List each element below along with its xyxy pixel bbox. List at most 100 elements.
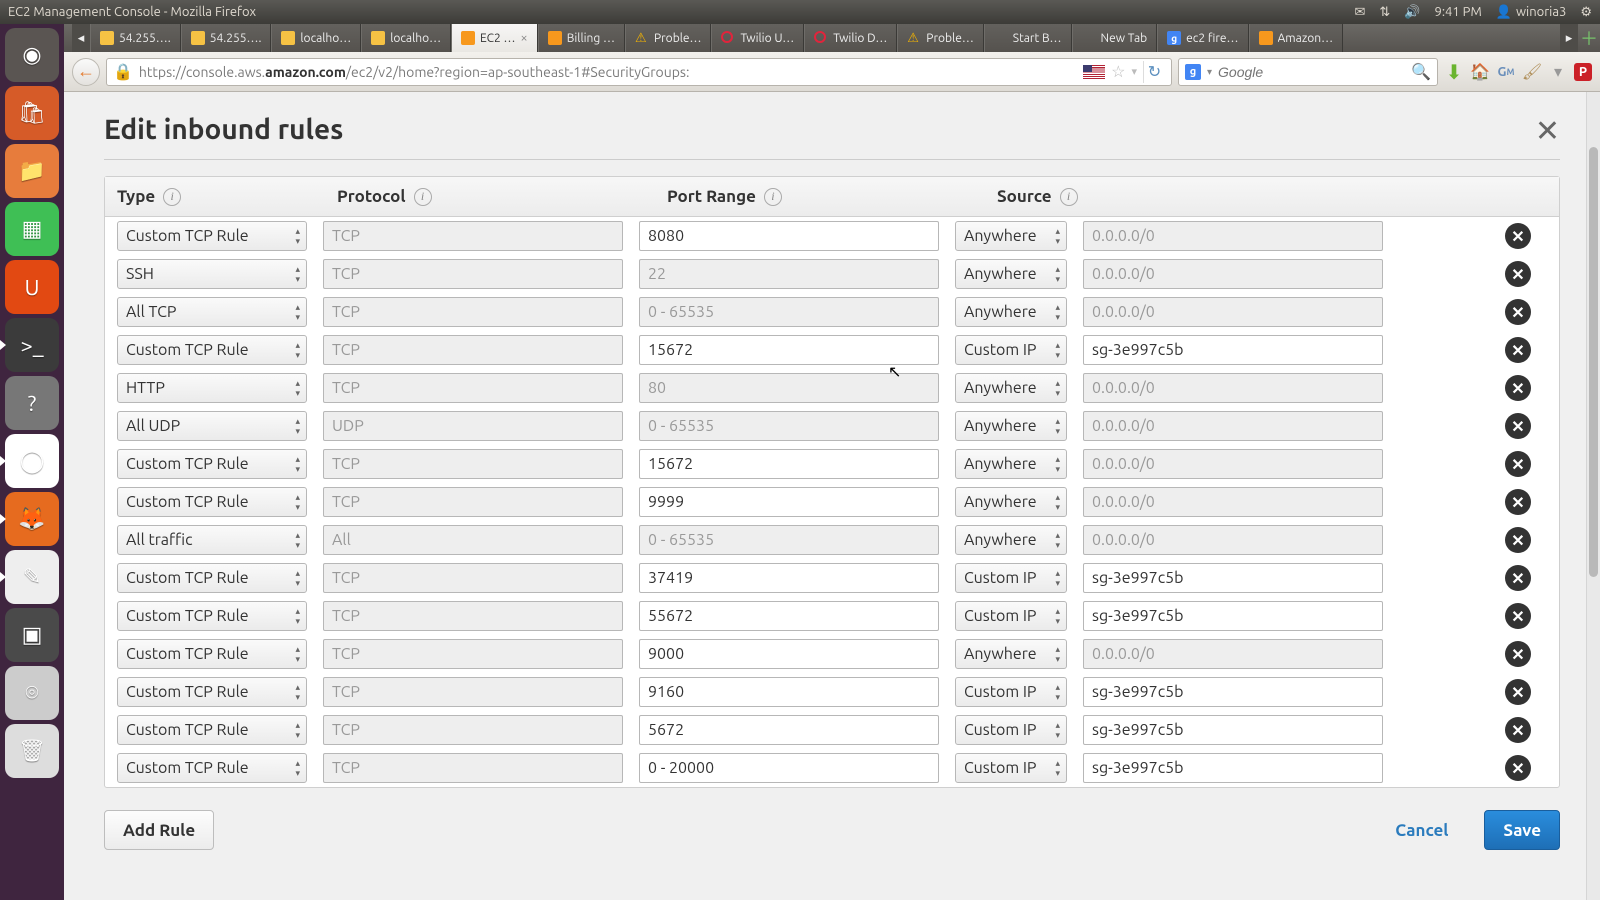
browser-tab[interactable]: Twilio D… (804, 24, 897, 52)
rule-cidr-field[interactable]: sg-3e997c5b (1083, 601, 1383, 631)
rule-source-select[interactable]: Custom IP▴▾ (955, 715, 1067, 745)
network-indicator[interactable]: ⇅ (1379, 5, 1390, 20)
url-bar[interactable]: 🔒 https://console.aws.amazon.com/ec2/v2/… (106, 58, 1172, 86)
paint-icon[interactable]: 🖌 (1522, 62, 1542, 82)
launcher-libreoffice-calc[interactable]: ▦ (5, 202, 59, 256)
info-icon[interactable]: i (1060, 188, 1078, 206)
browser-tab[interactable]: 54.255…. (181, 24, 272, 52)
browser-tab[interactable]: Start B… (984, 24, 1072, 52)
rule-source-select[interactable]: Anywhere▴▾ (955, 449, 1067, 479)
delete-rule-icon[interactable]: ✕ (1505, 641, 1531, 667)
launcher-gedit[interactable]: ✎ (5, 550, 59, 604)
reload-button[interactable]: ↻ (1143, 61, 1165, 83)
rule-source-select[interactable]: Anywhere▴▾ (955, 373, 1067, 403)
new-tab-button[interactable]: ＋ (1578, 24, 1600, 52)
tab-scroll-right-icon[interactable]: ▸ (1560, 24, 1578, 52)
rule-source-select[interactable]: Anywhere▴▾ (955, 411, 1067, 441)
user-menu[interactable]: 👤 winoria3 (1496, 5, 1567, 20)
rule-port-field[interactable]: 55672 (639, 601, 939, 631)
rule-type-select[interactable]: Custom TCP Rule▴▾ (117, 601, 307, 631)
rule-source-select[interactable]: Anywhere▴▾ (955, 221, 1067, 251)
rule-source-select[interactable]: Custom IP▴▾ (955, 677, 1067, 707)
search-bar[interactable]: g ▾ 🔍 (1178, 58, 1438, 86)
system-menu-icon[interactable]: ⚙ (1580, 5, 1592, 20)
rule-source-select[interactable]: Anywhere▴▾ (955, 639, 1067, 669)
cancel-button[interactable]: Cancel (1377, 810, 1466, 850)
rule-type-select[interactable]: Custom TCP Rule▴▾ (117, 753, 307, 783)
rule-source-select[interactable]: Anywhere▴▾ (955, 297, 1067, 327)
browser-tab[interactable]: EC2 …× (451, 24, 538, 52)
downloads-icon[interactable]: ⬇ (1444, 62, 1464, 82)
sound-indicator[interactable]: 🔊 (1404, 5, 1420, 20)
launcher-ubuntu-one[interactable]: U (5, 260, 59, 314)
mail-indicator[interactable]: ✉ (1355, 5, 1366, 20)
back-button[interactable]: ← (72, 58, 100, 86)
launcher-firefox[interactable]: 🦊 (5, 492, 59, 546)
rule-source-select[interactable]: Anywhere▴▾ (955, 525, 1067, 555)
launcher-software-center[interactable]: 🛍 (5, 86, 59, 140)
browser-tab[interactable]: ⚠Proble… (625, 24, 711, 52)
delete-rule-icon[interactable]: ✕ (1505, 223, 1531, 249)
tab-scroll-left-icon[interactable]: ◂ (72, 24, 90, 52)
close-icon[interactable]: ✕ (1535, 120, 1560, 140)
delete-rule-icon[interactable]: ✕ (1505, 717, 1531, 743)
rule-source-select[interactable]: Custom IP▴▾ (955, 335, 1067, 365)
rule-type-select[interactable]: HTTP▴▾ (117, 373, 307, 403)
launcher-files[interactable]: 📁 (5, 144, 59, 198)
rule-cidr-field[interactable]: sg-3e997c5b (1083, 563, 1383, 593)
browser-tab[interactable]: localho… (361, 24, 451, 52)
delete-rule-icon[interactable]: ✕ (1505, 565, 1531, 591)
rule-port-field[interactable]: 9160 (639, 677, 939, 707)
home-icon[interactable]: 🏠 (1470, 62, 1490, 82)
rule-type-select[interactable]: Custom TCP Rule▴▾ (117, 563, 307, 593)
rule-type-select[interactable]: Custom TCP Rule▴▾ (117, 677, 307, 707)
rule-source-select[interactable]: Custom IP▴▾ (955, 601, 1067, 631)
rule-type-select[interactable]: All UDP▴▾ (117, 411, 307, 441)
launcher-terminal[interactable]: >_ (5, 318, 59, 372)
delete-rule-icon[interactable]: ✕ (1505, 527, 1531, 553)
rule-port-field[interactable]: 5672 (639, 715, 939, 745)
launcher-dash[interactable]: ◉ (5, 28, 59, 82)
add-rule-button[interactable]: Add Rule (104, 810, 214, 850)
rule-type-select[interactable]: Custom TCP Rule▴▾ (117, 335, 307, 365)
delete-rule-icon[interactable]: ✕ (1505, 755, 1531, 781)
rule-type-select[interactable]: All TCP▴▾ (117, 297, 307, 327)
rule-port-field[interactable]: 37419 (639, 563, 939, 593)
launcher-chrome[interactable]: ◯ (5, 434, 59, 488)
rule-type-select[interactable]: Custom TCP Rule▴▾ (117, 715, 307, 745)
scrollbar[interactable] (1586, 92, 1600, 900)
browser-tab[interactable]: New Tab (1072, 24, 1158, 52)
rule-source-select[interactable]: Anywhere▴▾ (955, 259, 1067, 289)
delete-rule-icon[interactable]: ✕ (1505, 261, 1531, 287)
launcher-disk[interactable]: ⌾ (5, 666, 59, 720)
rule-type-select[interactable]: SSH▴▾ (117, 259, 307, 289)
delete-rule-icon[interactable]: ✕ (1505, 413, 1531, 439)
rule-port-field[interactable]: 0 - 20000 (639, 753, 939, 783)
rule-source-select[interactable]: Custom IP▴▾ (955, 753, 1067, 783)
delete-rule-icon[interactable]: ✕ (1505, 337, 1531, 363)
info-icon[interactable]: i (163, 188, 181, 206)
browser-tab[interactable]: localho… (271, 24, 361, 52)
rule-cidr-field[interactable]: sg-3e997c5b (1083, 753, 1383, 783)
launcher-screenshot[interactable]: ▣ (5, 608, 59, 662)
tab-close-icon[interactable]: × (520, 31, 527, 45)
browser-tab[interactable]: Billing … (538, 24, 625, 52)
save-button[interactable]: Save (1484, 810, 1560, 850)
browser-tab[interactable]: ⚠Proble… (897, 24, 983, 52)
rule-port-field[interactable]: 15672 (639, 335, 939, 365)
browser-tab[interactable]: gec2 fire… (1157, 24, 1248, 52)
pinterest-icon[interactable]: P (1574, 63, 1592, 81)
rule-source-select[interactable]: Custom IP▴▾ (955, 563, 1067, 593)
browser-tab[interactable]: Amazon… (1249, 24, 1344, 52)
rule-cidr-field[interactable]: sg-3e997c5b (1083, 335, 1383, 365)
rule-port-field[interactable]: 8080 (639, 221, 939, 251)
rule-cidr-field[interactable]: sg-3e997c5b (1083, 715, 1383, 745)
rule-source-select[interactable]: Anywhere▴▾ (955, 487, 1067, 517)
delete-rule-icon[interactable]: ✕ (1505, 375, 1531, 401)
launcher-trash[interactable]: 🗑 (5, 724, 59, 778)
rule-type-select[interactable]: Custom TCP Rule▴▾ (117, 487, 307, 517)
search-go-icon[interactable]: 🔍 (1411, 62, 1431, 81)
rule-type-select[interactable]: All traffic▴▾ (117, 525, 307, 555)
rule-type-select[interactable]: Custom TCP Rule▴▾ (117, 449, 307, 479)
delete-rule-icon[interactable]: ✕ (1505, 451, 1531, 477)
